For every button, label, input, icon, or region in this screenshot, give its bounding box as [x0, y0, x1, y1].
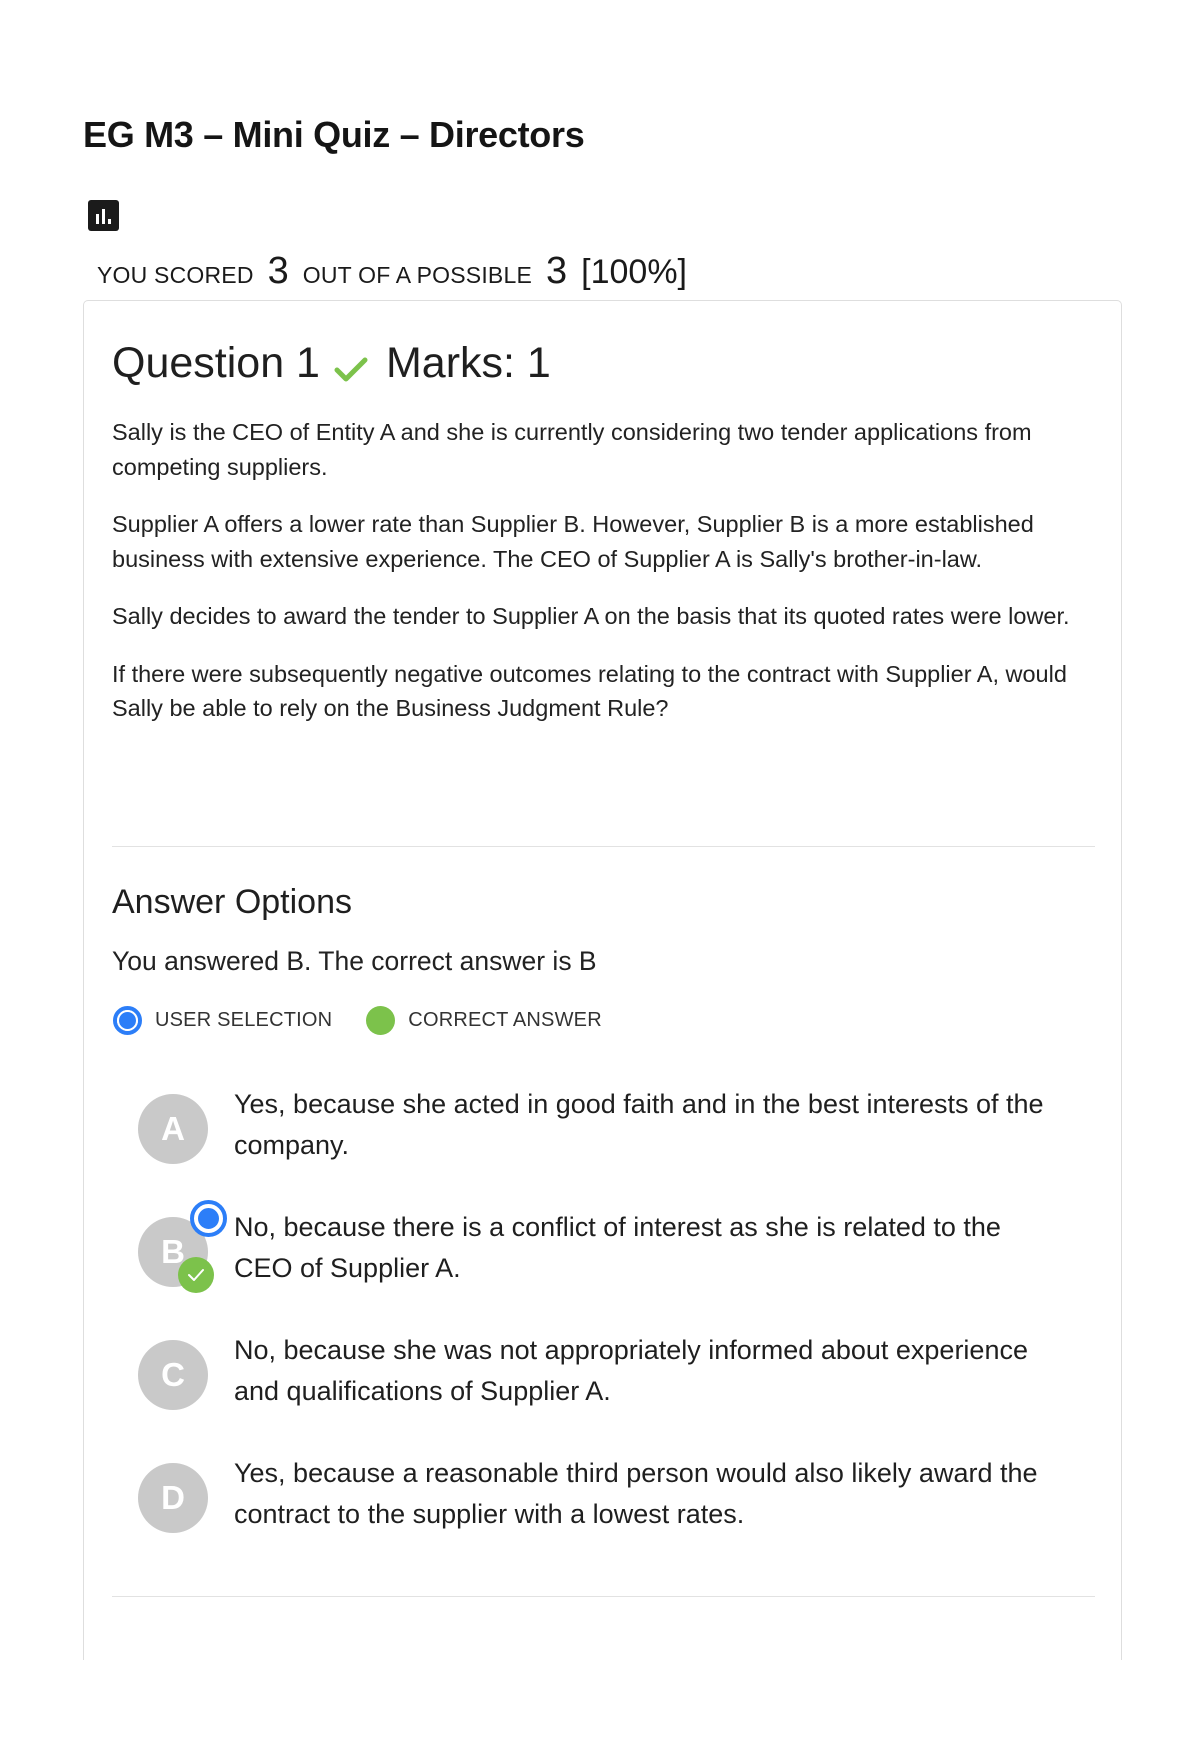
- divider: [112, 846, 1095, 847]
- out-of-label: OUT OF A POSSIBLE: [302, 262, 533, 288]
- option-letter-badge: A: [138, 1094, 208, 1164]
- score-summary: YOU SCORED 3 OUT OF A POSSIBLE 3 [100%]: [97, 250, 687, 293]
- question-paragraph: If there were subsequently negative outc…: [112, 660, 1067, 722]
- option-text: No, because there is a conflict of inter…: [234, 1212, 1001, 1283]
- question-card: Question 1 Marks: 1 Sally is the CEO of …: [83, 300, 1122, 1660]
- answer-legend: USER SELECTION CORRECT ANSWER: [113, 1006, 636, 1035]
- option-letter-badge: B: [138, 1200, 227, 1293]
- possible-value: 3: [546, 250, 568, 292]
- answer-option-b[interactable]: B No, because there is a conflict of int…: [138, 1200, 1068, 1330]
- question-title: Question 1: [112, 339, 320, 387]
- answer-options-heading: Answer Options: [112, 883, 352, 921]
- question-paragraph: Supplier A offers a lower rate than Supp…: [112, 511, 1034, 572]
- answer-options-list: A Yes, because she acted in good faith a…: [138, 1084, 1068, 1576]
- user-selection-icon: [190, 1200, 227, 1237]
- you-scored-label: YOU SCORED: [97, 262, 254, 288]
- legend-correct-answer-label: CORRECT ANSWER: [408, 1009, 602, 1031]
- correct-check-icon: [178, 1257, 214, 1293]
- question-paragraph: Sally decides to award the tender to Sup…: [112, 603, 1070, 629]
- quiz-title: EG M3 – Mini Quiz – Directors: [83, 114, 585, 155]
- score-value: 3: [267, 250, 289, 292]
- option-text: No, because she was not appropriately in…: [234, 1335, 1028, 1406]
- question-paragraph: Sally is the CEO of Entity A and she is …: [112, 419, 1032, 480]
- answer-option-c[interactable]: C No, because she was not appropriately …: [138, 1330, 1068, 1453]
- option-letter-badge: C: [138, 1340, 208, 1410]
- score-percent: [100%]: [581, 253, 688, 291]
- option-text: Yes, because she acted in good faith and…: [234, 1089, 1044, 1160]
- user-selection-icon: [113, 1006, 142, 1035]
- answer-option-d[interactable]: D Yes, because a reasonable third person…: [138, 1453, 1068, 1576]
- answer-summary: You answered B. The correct answer is B: [112, 946, 597, 976]
- legend-user-selection-label: USER SELECTION: [155, 1009, 333, 1031]
- answer-option-a[interactable]: A Yes, because she acted in good faith a…: [138, 1084, 1068, 1207]
- question-marks: Marks: 1: [385, 339, 551, 387]
- option-letter-badge: D: [138, 1463, 208, 1533]
- bar-chart-icon[interactable]: [88, 200, 119, 231]
- question-header: Question 1 Marks: 1: [112, 339, 551, 388]
- divider: [112, 1596, 1095, 1597]
- check-icon: [334, 345, 368, 381]
- quiz-results-page: EG M3 – Mini Quiz – Directors YOU SCORED…: [0, 0, 1200, 1738]
- correct-answer-icon: [366, 1006, 396, 1035]
- question-text: Sally is the CEO of Entity A and she is …: [112, 415, 1097, 749]
- legend-correct-answer: CORRECT ANSWER: [366, 1006, 602, 1035]
- option-text: Yes, because a reasonable third person w…: [234, 1458, 1038, 1529]
- legend-user-selection: USER SELECTION: [113, 1006, 332, 1035]
